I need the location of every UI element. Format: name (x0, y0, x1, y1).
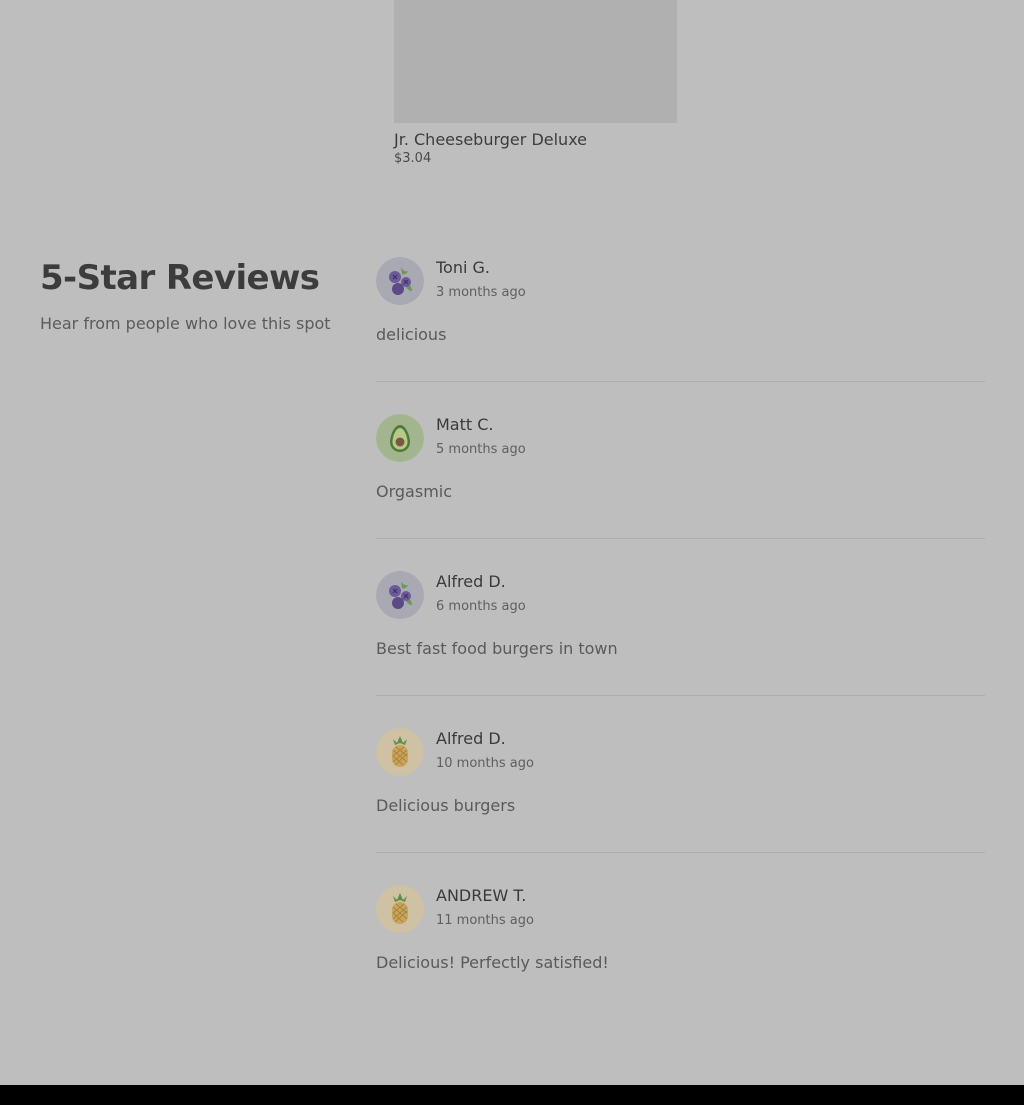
review-text: Delicious! Perfectly satisfied! (376, 953, 609, 972)
blueberry-icon (376, 571, 424, 619)
review-item: Alfred D. 10 months ago Delicious burger… (376, 728, 985, 853)
review-item: Matt C. 5 months ago Orgasmic (376, 414, 985, 539)
review-text: delicious (376, 325, 447, 344)
review-date: 5 months ago (436, 442, 526, 457)
pineapple-icon (376, 728, 424, 776)
reviewer-name: Matt C. (436, 415, 494, 434)
reviewer-name: Toni G. (436, 258, 490, 277)
product-name: Jr. Cheeseburger Deluxe (394, 130, 588, 149)
review-item: Toni G. 3 months ago delicious (376, 257, 985, 382)
review-list: Toni G. 3 months ago delicious Matt C. 5… (376, 257, 985, 1041)
reviewer-name: ANDREW T. (436, 886, 527, 905)
reviews-heading: 5-Star Reviews (40, 258, 320, 298)
review-date: 10 months ago (436, 756, 534, 771)
reviewer-name: Alfred D. (436, 729, 506, 748)
blueberry-icon (376, 257, 424, 305)
pineapple-icon (376, 885, 424, 933)
reviews-subheading: Hear from people who love this spot (40, 314, 331, 333)
review-item: ANDREW T. 11 months ago Delicious! Perfe… (376, 885, 985, 1009)
review-item: Alfred D. 6 months ago Best fast food bu… (376, 571, 985, 696)
avocado-icon (376, 414, 424, 462)
reviewer-name: Alfred D. (436, 572, 506, 591)
review-date: 11 months ago (436, 913, 534, 928)
review-text: Orgasmic (376, 482, 453, 501)
review-text: Best fast food burgers in town (376, 639, 618, 658)
product-price: $3.04 (394, 151, 432, 166)
review-date: 6 months ago (436, 599, 526, 614)
product-image (394, 0, 677, 123)
review-text: Delicious burgers (376, 796, 516, 815)
product-card[interactable]: Jr. Cheeseburger Deluxe $3.04 (394, 0, 677, 167)
review-date: 3 months ago (436, 285, 526, 300)
footer-bar (0, 1085, 1024, 1105)
